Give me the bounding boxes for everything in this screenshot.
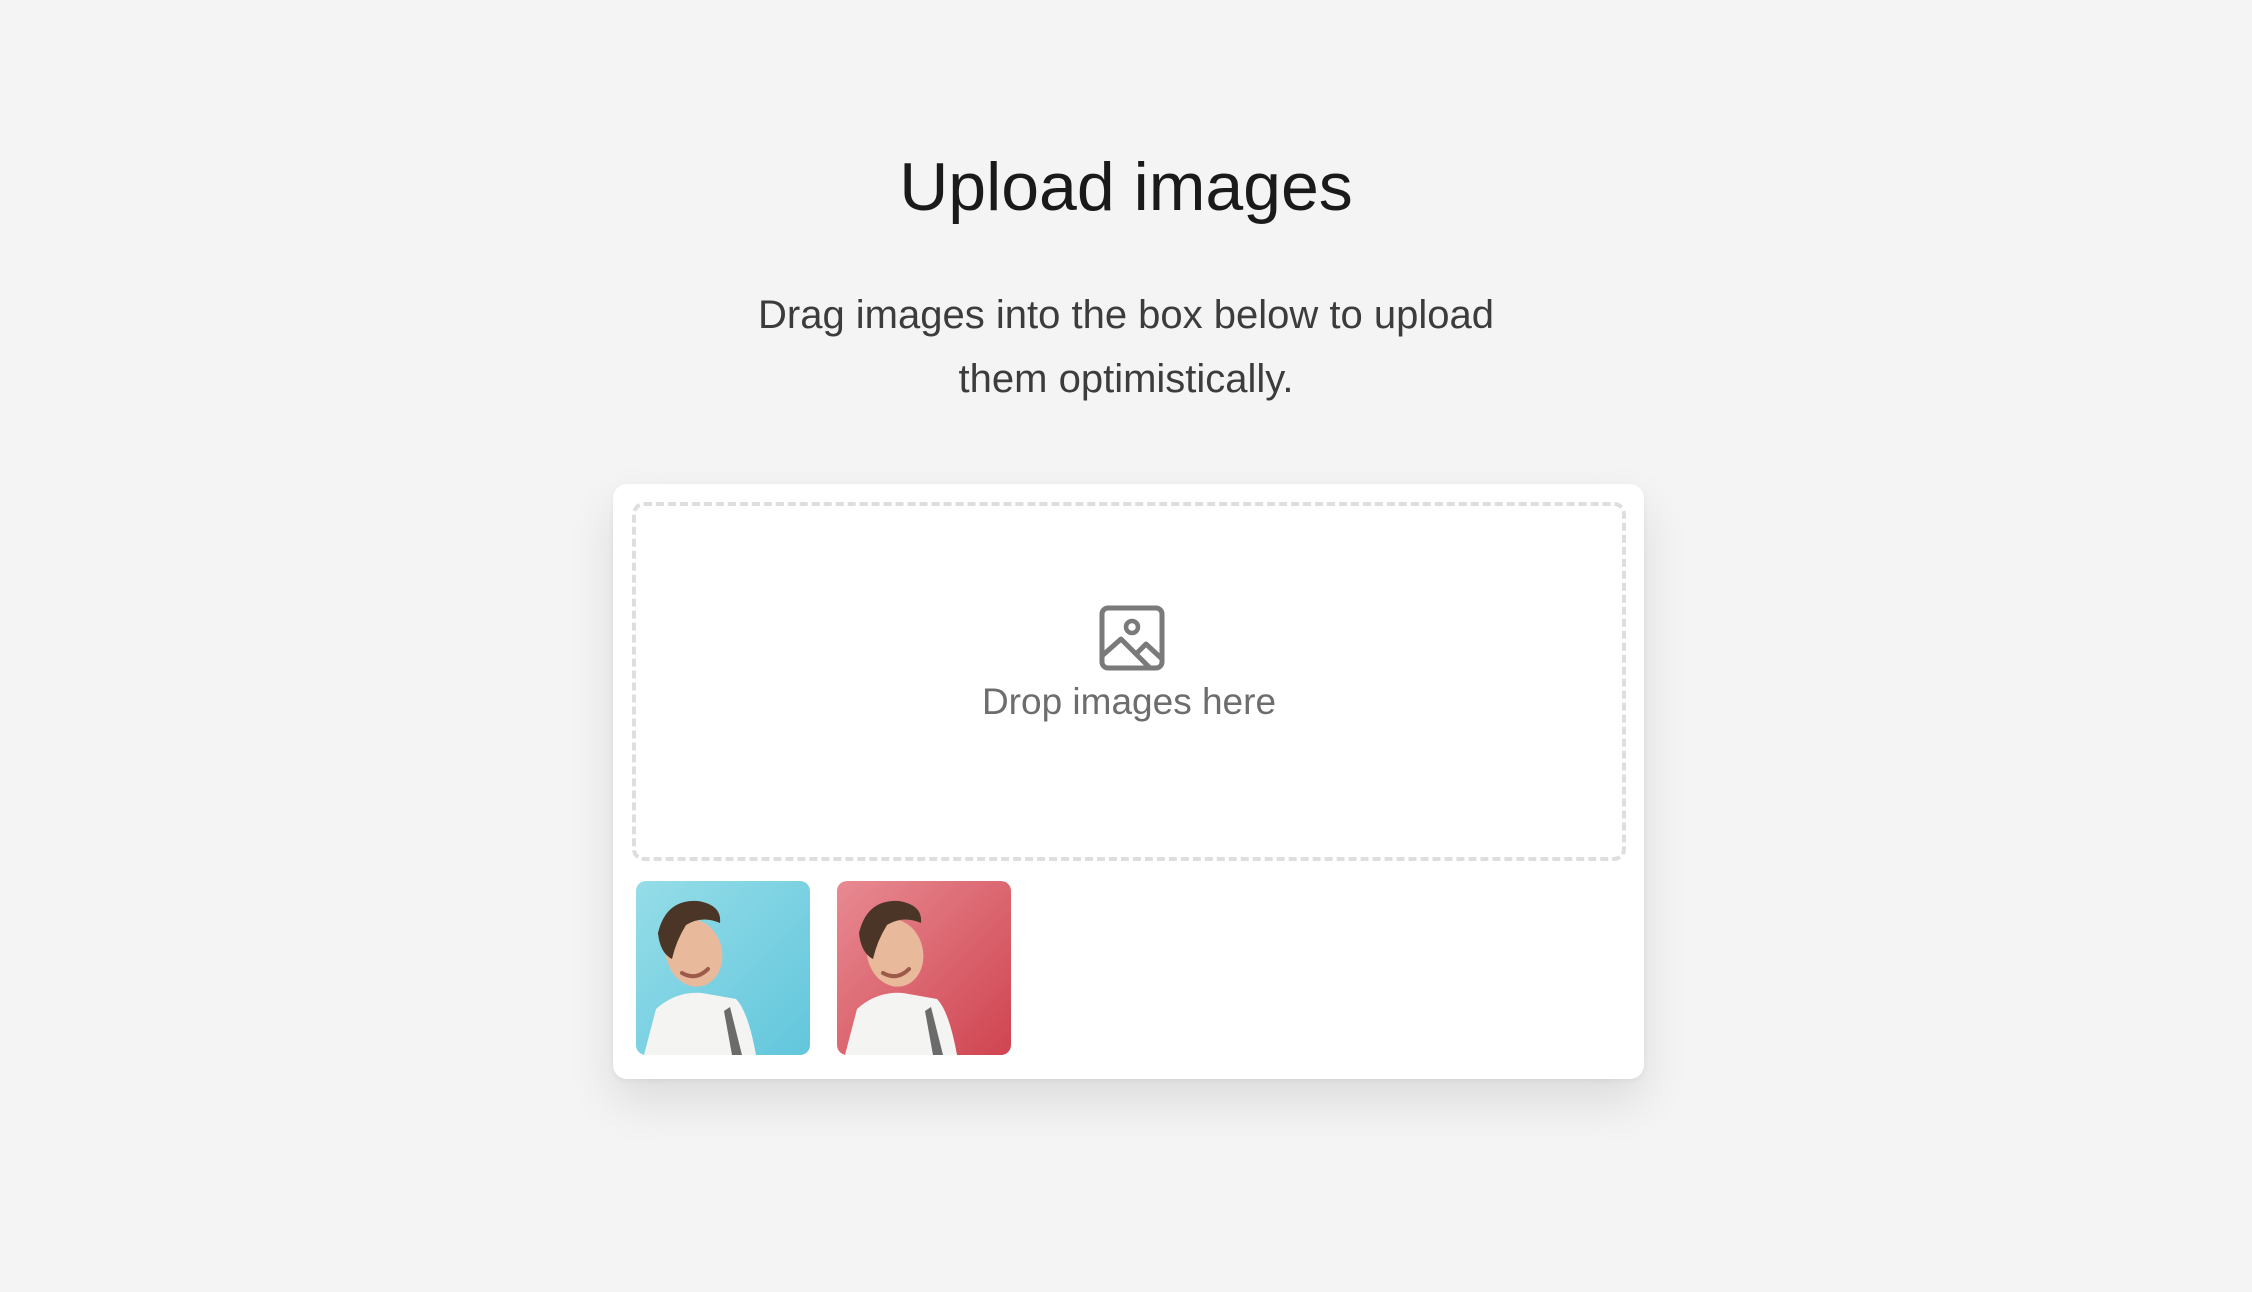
dropzone-label: Drop images here — [981, 681, 1277, 722]
image-thumbnail[interactable] — [636, 881, 810, 1055]
portrait-photo — [636, 881, 810, 1055]
page-title: Upload images — [899, 149, 1353, 225]
upload-card: Drop images here — [613, 484, 1644, 1079]
image-icon — [1099, 605, 1165, 671]
page-subtitle: Drag images into the box below to upload… — [757, 293, 1494, 401]
image-thumbnail[interactable] — [837, 881, 1011, 1055]
portrait-photo — [837, 881, 1011, 1055]
image-dropzone[interactable]: Drop images here — [632, 502, 1626, 861]
upload-page: Upload images Drag images into the box b… — [0, 0, 2252, 1292]
